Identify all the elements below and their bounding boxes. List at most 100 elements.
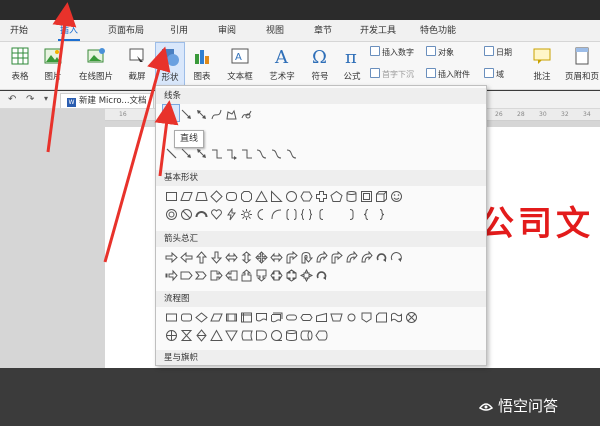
shape-arcline-icon[interactable] bbox=[269, 207, 284, 222]
shape-fTerm-icon[interactable] bbox=[284, 310, 299, 325]
shape-hex-icon[interactable] bbox=[299, 189, 314, 204]
shape-fOffPg-icon[interactable] bbox=[359, 310, 374, 325]
shape-dblarrow-icon[interactable] bbox=[194, 146, 209, 161]
shape-fDoc-icon[interactable] bbox=[254, 310, 269, 325]
tab-review[interactable]: 审阅 bbox=[218, 25, 236, 41]
shape-elbowarrow-icon[interactable] bbox=[224, 146, 239, 161]
shape-bolt-icon[interactable] bbox=[224, 207, 239, 222]
shape-donut-icon[interactable] bbox=[164, 207, 179, 222]
shape-fProc-icon[interactable] bbox=[164, 310, 179, 325]
online-picture-button[interactable]: 在线图片 bbox=[74, 42, 118, 88]
shape-aCallU-icon[interactable] bbox=[239, 268, 254, 283]
shape-fSort-icon[interactable] bbox=[194, 328, 209, 343]
shape-fDirect-icon[interactable] bbox=[299, 328, 314, 343]
shape-aPent-icon[interactable] bbox=[179, 268, 194, 283]
shape-aU-icon[interactable] bbox=[194, 250, 209, 265]
shape-a4-icon[interactable] bbox=[254, 250, 269, 265]
drop-cap-button[interactable]: 首字下沉 bbox=[370, 68, 414, 82]
shape-aCirc-icon[interactable] bbox=[389, 250, 404, 265]
shape-line-icon[interactable] bbox=[164, 146, 179, 161]
shape-fExt-icon[interactable] bbox=[209, 328, 224, 343]
shape-aChev-icon[interactable] bbox=[194, 268, 209, 283]
shape-aStripe-icon[interactable] bbox=[164, 268, 179, 283]
shape-aCallR-icon[interactable] bbox=[209, 268, 224, 283]
shape-aD-icon[interactable] bbox=[209, 250, 224, 265]
shapes-button[interactable]: 形状 bbox=[155, 42, 185, 88]
field-button[interactable]: 域 bbox=[484, 68, 504, 82]
symbol-button[interactable]: Ω 符号 bbox=[305, 42, 335, 88]
object-button[interactable]: 对象 bbox=[426, 46, 454, 60]
shape-fData-icon[interactable] bbox=[209, 310, 224, 325]
shape-aCurve-icon[interactable] bbox=[359, 250, 374, 265]
shape-fMulti-icon[interactable] bbox=[269, 310, 284, 325]
shape-fManOp-icon[interactable] bbox=[329, 310, 344, 325]
shape-aCallD-icon[interactable] bbox=[254, 268, 269, 283]
shape-fDisp-icon[interactable] bbox=[314, 328, 329, 343]
shape-rbrace-icon[interactable] bbox=[374, 207, 389, 222]
shape-aCallUD-icon[interactable] bbox=[284, 268, 299, 283]
shape-fDec-icon[interactable] bbox=[194, 310, 209, 325]
shape-fConn-icon[interactable] bbox=[344, 310, 359, 325]
shape-lbrack-icon[interactable] bbox=[314, 207, 329, 222]
shape-brackets-icon[interactable] bbox=[284, 207, 299, 222]
shape-fStore-icon[interactable] bbox=[239, 328, 254, 343]
header-footer-button[interactable]: 页眉和页 bbox=[562, 42, 600, 88]
dropdown-icon[interactable]: ▾ bbox=[44, 94, 48, 103]
shape-fMerge-icon[interactable] bbox=[224, 328, 239, 343]
shape-fSum-icon[interactable] bbox=[404, 310, 419, 325]
tab-developer[interactable]: 开发工具 bbox=[360, 25, 396, 41]
shape-elbow-icon[interactable] bbox=[239, 146, 254, 161]
shape-fCard-icon[interactable] bbox=[374, 310, 389, 325]
shape-fPrep-icon[interactable] bbox=[299, 310, 314, 325]
shape-sun-icon[interactable] bbox=[239, 207, 254, 222]
tab-view[interactable]: 视图 bbox=[266, 25, 284, 41]
shape-arrowline-icon[interactable] bbox=[179, 107, 194, 122]
textbox-button[interactable]: A 文本框 bbox=[220, 42, 260, 88]
shape-lbrace-icon[interactable] bbox=[359, 207, 374, 222]
shape-trap-icon[interactable] bbox=[194, 189, 209, 204]
shape-fInt-icon[interactable] bbox=[239, 310, 254, 325]
wordart-button[interactable]: A 艺术字 bbox=[264, 42, 300, 88]
shape-cross-icon[interactable] bbox=[314, 189, 329, 204]
shape-circle-icon[interactable] bbox=[284, 189, 299, 204]
shape-fColl-icon[interactable] bbox=[179, 328, 194, 343]
picture-button[interactable]: 图片 bbox=[38, 42, 68, 88]
shape-fPre-icon[interactable] bbox=[224, 310, 239, 325]
shape-aL-icon[interactable] bbox=[179, 250, 194, 265]
shape-elbow-icon[interactable] bbox=[209, 146, 224, 161]
tab-page-layout[interactable]: 页面布局 bbox=[108, 25, 144, 41]
shape-curveconn-icon[interactable] bbox=[284, 146, 299, 161]
shape-arrowline-icon[interactable] bbox=[179, 146, 194, 161]
shape-fManIn-icon[interactable] bbox=[314, 310, 329, 325]
document-tab[interactable]: W 新建 Micro...文档 bbox=[60, 93, 154, 108]
shape-cube-icon[interactable] bbox=[374, 189, 389, 204]
shape-braces-icon[interactable] bbox=[299, 207, 314, 222]
shape-fOr-icon[interactable] bbox=[164, 328, 179, 343]
shape-aCurve-icon[interactable] bbox=[344, 250, 359, 265]
shape-aCircArr-icon[interactable] bbox=[314, 268, 329, 283]
shape-aLR-icon[interactable] bbox=[224, 250, 239, 265]
shape-arc-icon[interactable] bbox=[194, 207, 209, 222]
screenshot-button[interactable]: 截屏 bbox=[122, 42, 152, 88]
shape-para-icon[interactable] bbox=[179, 189, 194, 204]
shape-aBent-icon[interactable] bbox=[284, 250, 299, 265]
attachment-button[interactable]: 插入附件 bbox=[426, 68, 470, 82]
date-button[interactable]: 日期 bbox=[484, 46, 512, 60]
shape-aCall4-icon[interactable] bbox=[299, 268, 314, 283]
shape-fTape-icon[interactable] bbox=[389, 310, 404, 325]
back-arrow-icon[interactable]: ↶ bbox=[8, 94, 16, 105]
shape-aCurve-icon[interactable] bbox=[314, 250, 329, 265]
shape-freeform-icon[interactable] bbox=[224, 107, 239, 122]
shape-fAlt-icon[interactable] bbox=[179, 310, 194, 325]
shape-fDelay-icon[interactable] bbox=[254, 328, 269, 343]
comment-button[interactable]: 批注 bbox=[528, 42, 556, 88]
shape-frame-icon[interactable] bbox=[359, 189, 374, 204]
shape-aCallLR-icon[interactable] bbox=[269, 268, 284, 283]
shape-aUturn-icon[interactable] bbox=[299, 250, 314, 265]
tab-references[interactable]: 引用 bbox=[170, 25, 188, 41]
shape-oct-icon[interactable] bbox=[239, 189, 254, 204]
shape-moon-icon[interactable] bbox=[254, 207, 269, 222]
shape-noSym-icon[interactable] bbox=[179, 207, 194, 222]
shape-rtri-icon[interactable] bbox=[269, 189, 284, 204]
shape-rrect-icon[interactable] bbox=[224, 189, 239, 204]
